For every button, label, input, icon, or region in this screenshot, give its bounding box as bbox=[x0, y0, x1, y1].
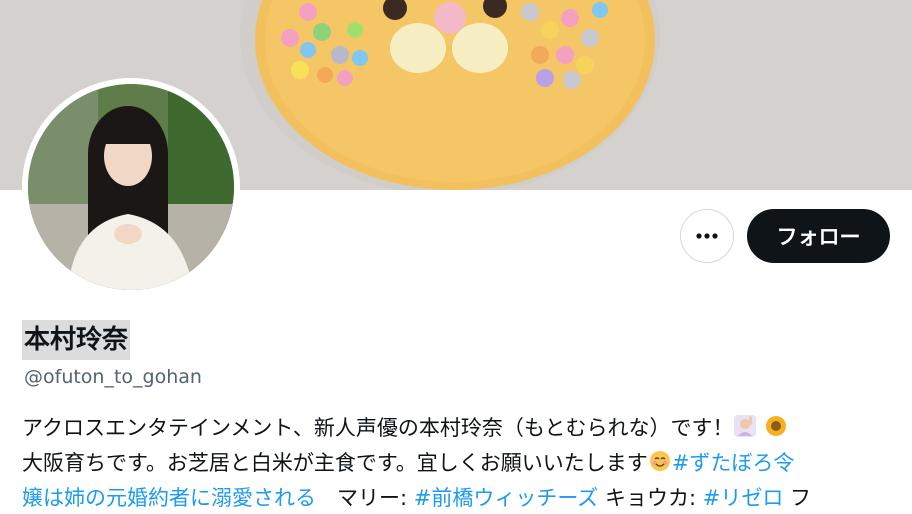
raising-hand-emoji-icon bbox=[733, 414, 757, 447]
bio-line-2: 大阪育ちです。お芝居と白米が主食です。宜しくお願いいたします #ずたぼろ令 bbox=[22, 447, 892, 482]
user-handle: @ofuton_to_gohan bbox=[24, 366, 202, 388]
bio-line-3: 嬢は姉の元婚約者に溺愛される マリー: #前橋ウィッチーズ キョウカ: #リゼロ… bbox=[22, 482, 892, 514]
avatar-image bbox=[28, 84, 234, 290]
smiling-face-emoji-icon bbox=[648, 449, 672, 482]
avatar-border bbox=[22, 78, 240, 296]
bio-line-2-text: 大阪育ちです。お芝居と白米が主食です。宜しくお願いいたします bbox=[22, 451, 648, 475]
more-options-button[interactable] bbox=[680, 209, 734, 263]
follow-button[interactable]: フォロー bbox=[747, 209, 890, 263]
sunflower-emoji-icon bbox=[764, 414, 788, 447]
hashtag-link[interactable]: #ずたぼろ令 bbox=[672, 451, 795, 475]
bio-line-3-text-3: フ bbox=[783, 486, 812, 510]
bio-line-1-text: アクロスエンタテインメント、新人声優の本村玲奈（もとむられな）です！ bbox=[22, 416, 734, 440]
profile-bio: アクロスエンタテインメント、新人声優の本村玲奈（もとむられな）です！ 大阪育ちで… bbox=[22, 412, 892, 514]
bio-line-3-text-2: キョウカ: bbox=[598, 486, 703, 510]
avatar[interactable] bbox=[28, 84, 234, 290]
more-dots-icon bbox=[695, 232, 719, 240]
bio-line-1: アクロスエンタテインメント、新人声優の本村玲奈（もとむられな）です！ bbox=[22, 412, 892, 447]
hashtag-link-continued[interactable]: 嬢は姉の元婚約者に溺愛される bbox=[22, 486, 316, 510]
display-name: 本村玲奈 bbox=[22, 320, 131, 360]
hashtag-link-maebashi[interactable]: #前橋ウィッチーズ bbox=[414, 486, 599, 510]
bio-line-3-text-1: マリー: bbox=[316, 486, 414, 510]
hashtag-link-rezero[interactable]: #リゼロ bbox=[703, 486, 784, 510]
